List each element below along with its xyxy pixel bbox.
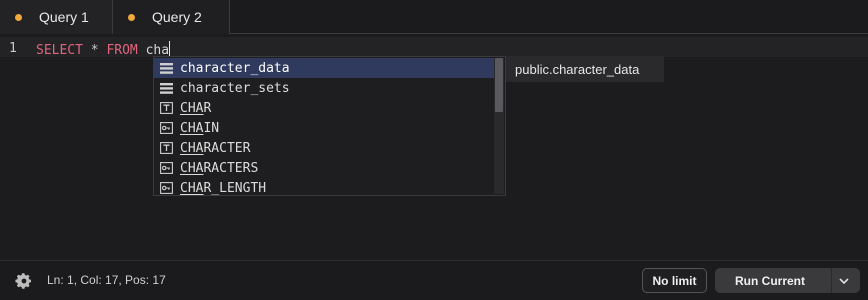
item-text: R bbox=[203, 100, 212, 116]
limit-button[interactable]: No limit bbox=[642, 268, 707, 293]
autocomplete-item-label: CHARACTER bbox=[180, 141, 250, 156]
tab-query-1[interactable]: Query 1 bbox=[0, 0, 113, 34]
autocomplete-item[interactable]: character_sets bbox=[154, 78, 494, 98]
match-highlight: CHA bbox=[180, 160, 204, 176]
autocomplete-item-label: CHAR_LENGTH bbox=[180, 181, 266, 196]
button-divider bbox=[831, 268, 832, 293]
tab-label: Query 1 bbox=[39, 9, 89, 25]
keyword-select: SELECT bbox=[36, 43, 83, 58]
autocomplete-item-label: CHAR bbox=[180, 101, 211, 116]
gear-icon[interactable] bbox=[15, 272, 33, 290]
autocomplete-item-label: character_sets bbox=[180, 81, 290, 96]
item-text: character_sets bbox=[180, 80, 290, 96]
table-icon bbox=[160, 82, 173, 94]
type-icon bbox=[160, 102, 173, 114]
autocomplete-scrollbar[interactable] bbox=[494, 58, 504, 194]
scrollbar-thumb[interactable] bbox=[495, 58, 503, 112]
status-bar: Ln: 1, Col: 17, Pos: 17 No limit Run Cur… bbox=[0, 260, 868, 300]
tab-label: Query 2 bbox=[152, 9, 202, 25]
cursor-position: Ln: 1, Col: 17, Pos: 17 bbox=[47, 273, 166, 287]
autocomplete-item[interactable]: CHAIN bbox=[154, 118, 494, 138]
line-number: 1 bbox=[9, 41, 17, 56]
autocomplete-item-label: CHARACTERS bbox=[180, 161, 258, 176]
chevron-down-icon[interactable] bbox=[837, 275, 851, 287]
tab-bar: Query 1 Query 2 bbox=[0, 0, 868, 34]
autocomplete-item[interactable]: CHAR bbox=[154, 98, 494, 118]
sql-editor-app: Query 1 Query 2 1 SELECT * FROM cha char… bbox=[0, 0, 868, 300]
autocomplete-item[interactable]: character_data bbox=[154, 58, 494, 78]
match-highlight: CHA bbox=[180, 140, 204, 156]
autocomplete-detail: public.character_data bbox=[506, 56, 664, 82]
run-current-label: Run Current bbox=[735, 273, 805, 288]
operator-star: * bbox=[90, 43, 99, 58]
autocomplete-item[interactable]: CHARACTERS bbox=[154, 158, 494, 178]
autocomplete-item-label: character_data bbox=[180, 61, 290, 76]
autocomplete-item[interactable]: CHARACTER bbox=[154, 138, 494, 158]
unsaved-dot-icon bbox=[128, 13, 135, 21]
unsaved-dot-icon bbox=[15, 13, 22, 21]
autocomplete-item-label: CHAIN bbox=[180, 121, 219, 136]
code-editor[interactable]: 1 SELECT * FROM cha character_datacharac… bbox=[0, 34, 868, 260]
tab-query-2[interactable]: Query 2 bbox=[113, 0, 230, 34]
item-text: RACTER bbox=[203, 140, 251, 156]
item-text: R_LENGTH bbox=[203, 180, 267, 196]
match-highlight: CHA bbox=[180, 100, 204, 116]
code-line[interactable]: SELECT * FROM cha bbox=[36, 41, 171, 58]
autocomplete-item[interactable]: CHAR_LENGTH bbox=[154, 178, 494, 198]
type-icon bbox=[160, 142, 173, 154]
key-icon bbox=[160, 122, 173, 134]
item-text: character_data bbox=[180, 60, 290, 76]
text-cursor bbox=[169, 41, 171, 56]
match-highlight: CHA bbox=[180, 120, 204, 136]
item-text: RACTERS bbox=[203, 160, 259, 176]
run-current-button[interactable]: Run Current bbox=[715, 268, 860, 293]
key-icon bbox=[160, 162, 173, 174]
autocomplete-popup: character_data character_sets CHAR CHAIN CHA… bbox=[153, 56, 506, 196]
key-icon bbox=[160, 182, 173, 194]
keyword-from: FROM bbox=[106, 43, 138, 58]
match-highlight: CHA bbox=[180, 180, 204, 196]
item-text: IN bbox=[203, 120, 220, 136]
current-line[interactable]: 1 SELECT * FROM cha bbox=[0, 37, 868, 58]
table-icon bbox=[160, 62, 173, 74]
